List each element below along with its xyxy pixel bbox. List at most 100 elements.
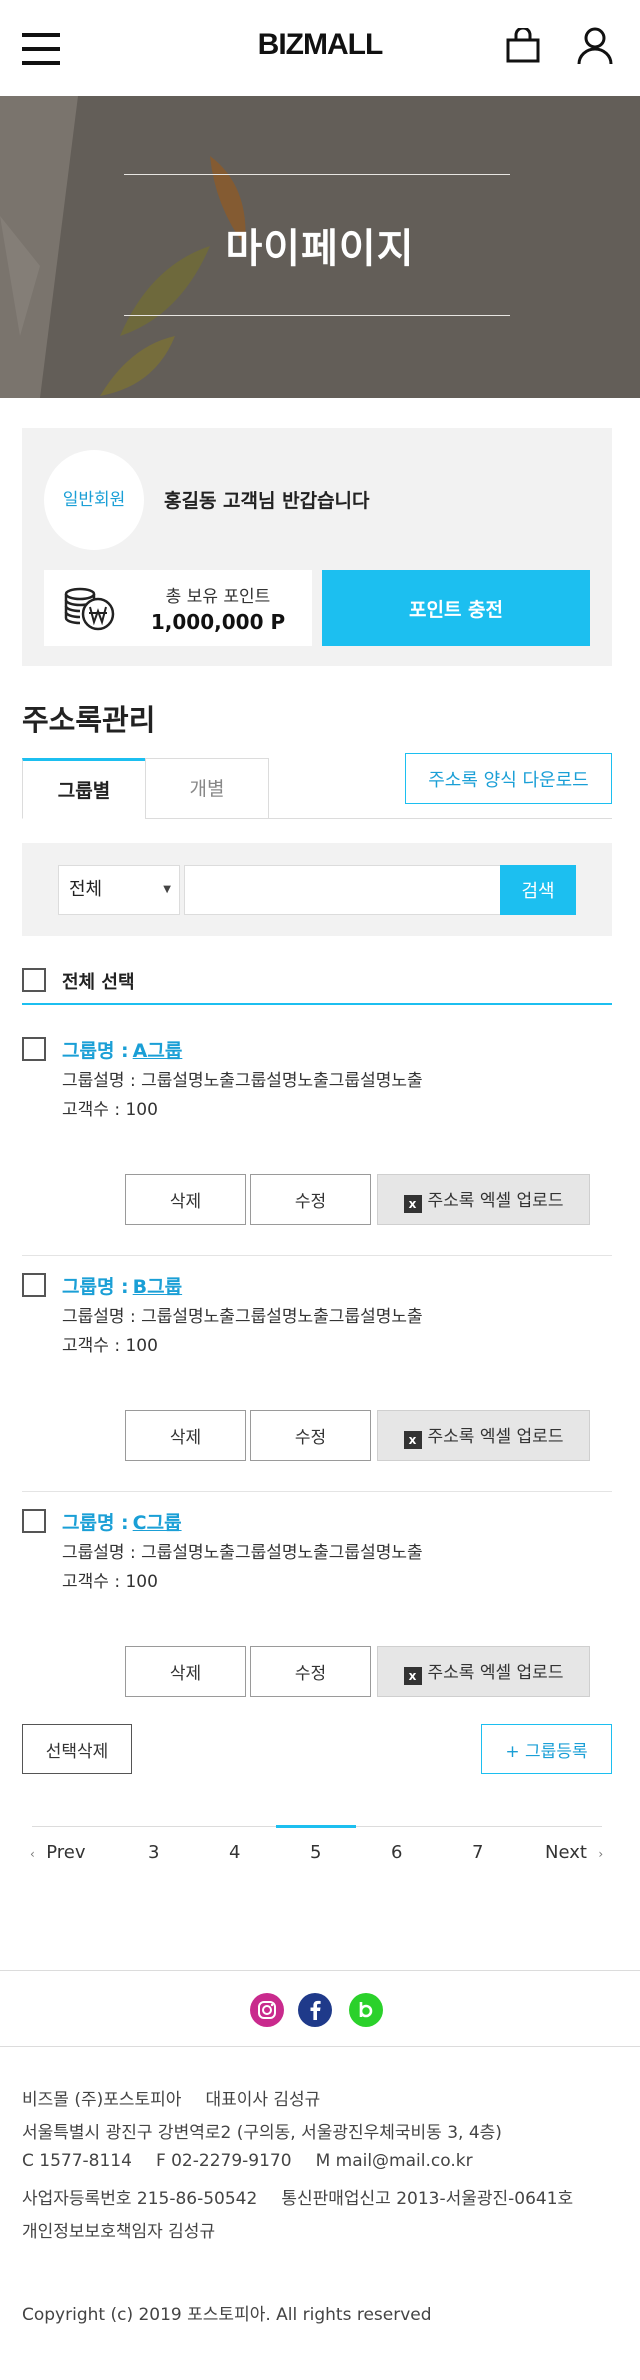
group-name-label: 그룹명 : [62,1040,129,1062]
dropdown-caret-icon: ▼ [163,884,171,895]
pagination-page[interactable]: 3 [148,1842,159,1863]
group-name[interactable]: 그룹명 : B그룹 [62,1272,182,1299]
chevron-left-icon: ‹ [30,1847,35,1861]
group-list-item: 그룹명 : A그룹 그룹설명 : 그룹설명노출그룹설명노출그룹설명노출 고객수 :… [22,1020,612,1256]
footer-business-number: 사업자등록번호 215-86-50542 [22,2189,258,2209]
footer-divider [0,2046,640,2047]
coin-stack-icon [64,587,115,631]
site-logo[interactable]: BIZMALL [0,28,640,62]
edit-group-button[interactable]: 수정 [250,1646,371,1697]
group-name[interactable]: 그룹명 : C그룹 [62,1508,182,1535]
footer-info-line: 개인정보보호책임자 김성규 [22,2217,215,2242]
group-checkbox[interactable] [22,1509,46,1533]
pagination-page-active[interactable]: 5 [310,1842,321,1863]
excel-upload-button[interactable]: x 주소록 엑셀 업로드 [377,1646,590,1697]
footer-address: 서울특별시 광진구 강변역로2 (구의동, 서울광진우체국비동 3, 4층) [22,2123,502,2143]
footer-fax: F 02-2279-9170 [155,2151,292,2171]
group-description-label: 그룹설명 : [62,1307,136,1327]
group-customer-count: 고객수 : 100 [62,1567,158,1592]
hamburger-line [22,33,60,37]
shopping-bag-icon[interactable] [505,28,541,64]
charge-point-button[interactable]: 포인트 충전 [322,570,590,646]
top-header: BIZMALL [0,0,640,96]
member-summary: 일반회원 홍길동 고객님 반갑습니다 총 보유 포인트 1,000,000 P … [22,428,612,666]
pagination-page[interactable]: 6 [391,1842,402,1863]
user-icon[interactable] [576,26,614,66]
footer-divider [0,1970,640,1971]
pagination-next-label: Next [545,1842,587,1863]
chevron-right-icon: › [598,1847,604,1861]
hamburger-line [22,47,60,51]
search-button[interactable]: 검색 [500,865,576,915]
delete-group-button[interactable]: 삭제 [125,1410,246,1461]
hero-bottom-line [124,315,510,316]
download-template-button[interactable]: 주소록 양식 다운로드 [405,753,612,804]
search-bar: 전체 ▼ 검색 [22,843,612,936]
footer-email: M mail@mail.co.kr [315,2151,473,2171]
delete-group-button[interactable]: 삭제 [125,1174,246,1225]
group-checkbox[interactable] [22,1037,46,1061]
search-input[interactable] [184,865,516,915]
page-title: 마이페이지 [225,226,415,272]
pagination-page[interactable]: 7 [472,1842,483,1863]
excel-upload-label: 주소록 엑셀 업로드 [427,1663,564,1683]
footer-info-line: 비즈몰 (주)포스토피아 대표이사 김성규 [22,2085,320,2110]
pagination-active-indicator [276,1825,356,1828]
group-name[interactable]: 그룹명 : A그룹 [62,1036,182,1063]
footer-company: 비즈몰 (주)포스토피아 [22,2090,182,2110]
hamburger-line [22,61,60,65]
footer-privacy-officer: 개인정보보호책임자 김성규 [22,2222,216,2242]
group-description: 그룹설명 : 그룹설명노출그룹설명노출그룹설명노출 [62,1302,423,1327]
search-filter-value: 전체 [69,879,103,900]
excel-upload-button[interactable]: x 주소록 엑셀 업로드 [377,1174,590,1225]
group-description-value: 그룹설명노출그룹설명노출그룹설명노출 [141,1307,423,1327]
tab-group[interactable]: 그룹별 [22,758,146,819]
group-customer-count: 고객수 : 100 [62,1331,158,1356]
group-name-link[interactable]: A그룹 [133,1040,183,1062]
excel-upload-label: 주소록 엑셀 업로드 [427,1191,564,1211]
group-count-label: 고객수 : [62,1336,121,1356]
group-description-value: 그룹설명노출그룹설명노출그룹설명노출 [141,1071,423,1091]
point-summary: 총 보유 포인트 1,000,000 P [44,570,312,646]
search-filter-select[interactable]: 전체 ▼ [58,865,180,915]
group-description-label: 그룹설명 : [62,1543,136,1563]
add-group-button[interactable]: + 그룹등록 [481,1724,612,1774]
group-name-label: 그룹명 : [62,1276,129,1298]
select-all-checkbox[interactable] [22,968,46,992]
footer-phone: C 1577-8114 [22,2151,132,2171]
hamburger-menu-icon[interactable] [22,33,60,65]
delete-selected-button[interactable]: 선택삭제 [22,1724,132,1774]
hero-top-line [124,174,510,175]
excel-upload-label: 주소록 엑셀 업로드 [427,1427,564,1447]
group-list-item: 그룹명 : C그룹 그룹설명 : 그룹설명노출그룹설명노출그룹설명노출 고객수 :… [22,1492,612,1728]
group-count-label: 고객수 : [62,1572,121,1592]
pagination-prev[interactable]: ‹ Prev [30,1842,86,1863]
edit-group-button[interactable]: 수정 [250,1174,371,1225]
group-count-value: 100 [125,1572,158,1592]
group-count-value: 100 [125,1100,158,1120]
group-count-label: 고객수 : [62,1100,121,1120]
excel-icon: x [403,1195,422,1213]
group-count-value: 100 [125,1336,158,1356]
instagram-icon[interactable] [250,1993,284,2027]
edit-group-button[interactable]: 수정 [250,1410,371,1461]
tab-individual[interactable]: 개별 [145,758,269,819]
section-title: 주소록관리 [22,703,156,737]
delete-group-button[interactable]: 삭제 [125,1646,246,1697]
point-label: 총 보유 포인트 [165,587,271,607]
select-all-divider [22,1003,612,1005]
member-greeting: 홍길동 고객님 반갑습니다 [164,490,370,512]
group-description: 그룹설명 : 그룹설명노출그룹설명노출그룹설명노출 [62,1066,423,1091]
group-name-link[interactable]: B그룹 [133,1276,182,1298]
facebook-icon[interactable] [298,1993,332,2027]
group-checkbox[interactable] [22,1273,46,1297]
excel-upload-button[interactable]: x 주소록 엑셀 업로드 [377,1410,590,1461]
group-list-item: 그룹명 : B그룹 그룹설명 : 그룹설명노출그룹설명노출그룹설명노출 고객수 :… [22,1256,612,1492]
excel-icon: x [403,1667,422,1685]
pagination-next[interactable]: Next › [545,1842,603,1863]
blog-icon[interactable] [349,1993,383,2027]
group-name-link[interactable]: C그룹 [133,1512,182,1534]
point-value: 1,000,000 P [150,610,286,634]
group-description: 그룹설명 : 그룹설명노출그룹설명노출그룹설명노출 [62,1538,423,1563]
pagination-page[interactable]: 4 [229,1842,240,1863]
